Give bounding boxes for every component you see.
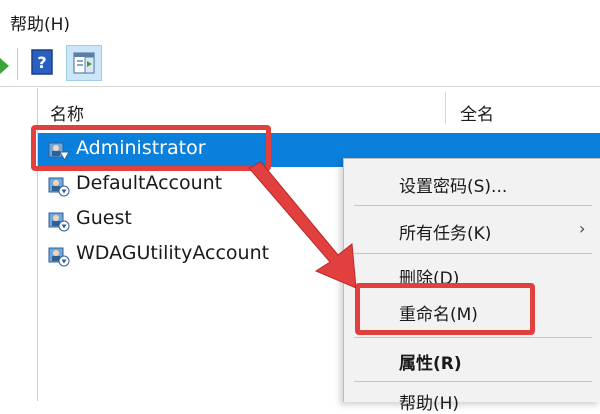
menu-item-help[interactable]: 帮助(H) [399,389,459,414]
account-name: WDAGUtilityAccount [76,242,270,264]
menu-item-properties[interactable]: 属性(R) [399,349,462,374]
column-header-full-name[interactable]: 全名 [460,100,494,125]
account-name: DefaultAccount [76,172,223,194]
menu-separator [354,337,592,338]
menu-item-all-tasks[interactable]: 所有任务(K) [399,219,491,244]
help-icon[interactable]: ? [31,49,53,75]
user-account-icon [48,142,70,162]
user-account-icon [48,212,70,232]
submenu-arrow-icon: › [579,219,586,238]
column-header-name[interactable]: 名称 [50,100,84,125]
toolbar-separator [17,48,18,80]
user-account-icon [48,247,70,267]
context-menu: 设置密码(S)... 所有任务(K) › 删除(D) 重命名(M) 属性(R) … [343,158,600,414]
list-header [38,88,600,128]
menu-item-set-password[interactable]: 设置密码(S)... [399,172,507,197]
account-name: Administrator [76,137,206,159]
menu-separator [354,381,592,382]
menu-bar: 帮助(H) [0,0,600,42]
column-divider[interactable] [445,92,446,124]
account-name: Guest [76,207,132,229]
menu-separator [354,205,592,206]
help-icon-glyph: ? [37,53,46,72]
action-pane-icon [73,52,95,74]
menu-separator [354,253,592,254]
show-hide-action-pane-button[interactable] [66,45,102,81]
forward-arrow-icon[interactable] [0,58,10,74]
user-account-icon [48,177,70,197]
tree-pane[interactable] [0,88,38,401]
menu-item-delete[interactable]: 删除(D) [399,264,459,289]
menu-help[interactable]: 帮助(H) [10,10,70,35]
menu-item-rename[interactable]: 重命名(M) [399,300,478,325]
